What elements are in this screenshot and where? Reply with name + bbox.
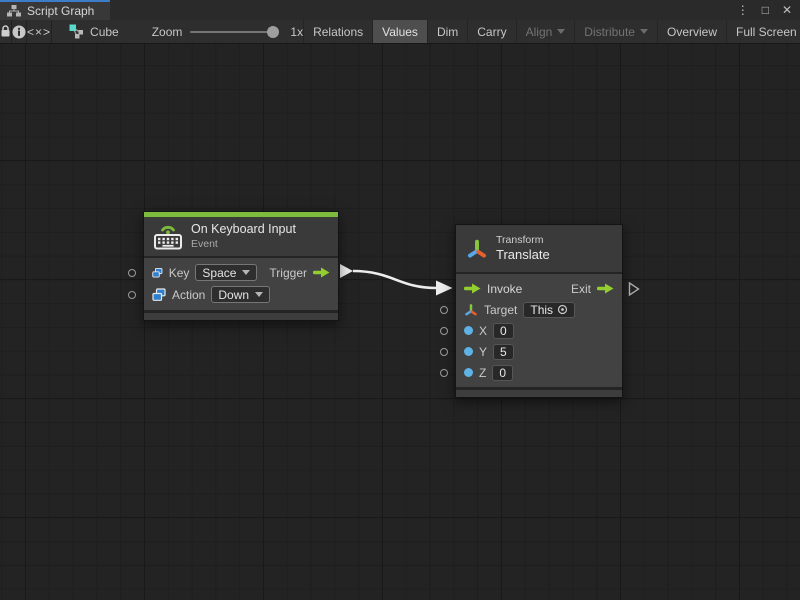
key-input-port[interactable] (128, 269, 136, 277)
value-port-icon (464, 347, 473, 356)
value-port-icon (464, 368, 473, 377)
zoom-label: Zoom (152, 25, 183, 39)
target-value-box[interactable]: This (523, 302, 575, 318)
relations-button[interactable]: Relations (303, 20, 372, 43)
carry-button[interactable]: Carry (467, 20, 515, 43)
chevron-down-icon (242, 270, 250, 275)
node-body: Key Space Trigger Action Down (144, 258, 338, 310)
transform-gizmo-icon (466, 238, 488, 260)
lock-button[interactable] (0, 20, 12, 43)
x-input-port[interactable] (440, 327, 448, 335)
node-translate[interactable]: Transform Translate Invoke Exit Target (455, 224, 623, 398)
tab-script-graph[interactable]: Script Graph (0, 0, 110, 20)
action-label: Action (172, 288, 205, 302)
y-input-port[interactable] (440, 348, 448, 356)
node-body: Invoke Exit Target This (456, 274, 622, 387)
close-icon[interactable]: ✕ (782, 0, 792, 20)
action-input-port[interactable] (128, 291, 136, 299)
node-header[interactable]: On Keyboard Input Event (144, 217, 338, 256)
keycode-literal-icon (152, 266, 163, 280)
connection-wire[interactable] (0, 44, 800, 600)
node-header[interactable]: Transform Translate (456, 225, 622, 272)
action-dropdown[interactable]: Down (211, 286, 270, 303)
value-port-icon (464, 326, 473, 335)
chevron-down-icon (255, 292, 263, 297)
action-port-row: Action Down (144, 284, 338, 306)
chevron-down-icon (557, 29, 565, 34)
window-titlebar: Script Graph ⋮ □ ✕ (0, 0, 800, 20)
chevron-down-icon (640, 29, 648, 34)
y-label: Y (479, 345, 487, 359)
target-label: Target (484, 303, 517, 317)
graph-hierarchy-icon (7, 5, 21, 17)
x-value-field[interactable]: 0 (493, 323, 514, 339)
invoke-exit-row: Invoke Exit (456, 278, 622, 299)
graph-node-icon (69, 24, 84, 39)
y-value-field[interactable]: 5 (493, 344, 514, 360)
info-icon (12, 25, 26, 39)
graph-canvas[interactable]: On Keyboard Input Event Key Space Trigge… (0, 44, 800, 600)
key-label: Key (169, 266, 190, 280)
distribute-dropdown-button[interactable]: Distribute (574, 20, 657, 43)
z-port-row: Z 0 (456, 362, 622, 383)
info-button[interactable] (12, 20, 27, 43)
x-port-row: X 0 (456, 320, 622, 341)
code-view-button[interactable]: <×> (27, 20, 52, 43)
transform-gizmo-icon (464, 303, 478, 317)
z-value-field[interactable]: 0 (492, 365, 513, 381)
overview-button[interactable]: Overview (657, 20, 726, 43)
lock-icon (0, 25, 11, 38)
fullscreen-button[interactable]: Full Screen (726, 20, 800, 43)
trigger-label: Trigger (269, 266, 307, 280)
target-port-row: Target This (456, 299, 622, 320)
trigger-output-port[interactable] (313, 267, 330, 278)
key-dropdown[interactable]: Space (195, 264, 257, 281)
node-footer (144, 313, 338, 320)
graph-context[interactable]: Cube (52, 20, 119, 43)
dim-button[interactable]: Dim (427, 20, 467, 43)
node-on-keyboard-input[interactable]: On Keyboard Input Event Key Space Trigge… (143, 211, 339, 321)
invoke-label: Invoke (487, 282, 522, 296)
z-label: Z (479, 366, 486, 380)
action-literal-icon (152, 288, 166, 302)
target-input-port[interactable] (440, 306, 448, 314)
node-title: Translate (496, 247, 550, 263)
node-subtitle: Event (191, 238, 296, 251)
key-port-row: Key Space Trigger (144, 262, 338, 284)
graph-toolbar: <×> Cube Zoom 1x Relations Values Dim Ca… (0, 20, 800, 44)
maximize-icon[interactable]: □ (762, 0, 769, 20)
zoom-value: 1x (290, 25, 303, 39)
z-input-port[interactable] (440, 369, 448, 377)
exit-output-port[interactable] (597, 283, 614, 294)
window-menu-icon[interactable]: ⋮ (737, 0, 749, 20)
zoom-slider-handle[interactable] (267, 26, 279, 38)
toolbar-toggle-group: Relations Values Dim Carry Align Distrib… (303, 20, 800, 43)
x-label: X (479, 324, 487, 338)
node-category: Transform (496, 234, 550, 247)
invoke-input-port[interactable] (464, 283, 481, 294)
y-port-row: Y 5 (456, 341, 622, 362)
code-icon: <×> (27, 25, 51, 39)
object-picker-icon[interactable] (557, 304, 568, 315)
keyboard-event-icon (153, 223, 183, 250)
align-dropdown-button[interactable]: Align (516, 20, 575, 43)
values-button[interactable]: Values (372, 20, 427, 43)
exit-flow-triangle[interactable] (628, 281, 640, 296)
node-footer (456, 390, 622, 397)
zoom-slider[interactable] (190, 31, 274, 33)
context-label: Cube (90, 25, 119, 39)
exit-label: Exit (571, 282, 591, 296)
zoom-control: Zoom 1x (119, 20, 303, 43)
node-title: On Keyboard Input (191, 222, 296, 238)
tab-title: Script Graph (27, 4, 94, 18)
